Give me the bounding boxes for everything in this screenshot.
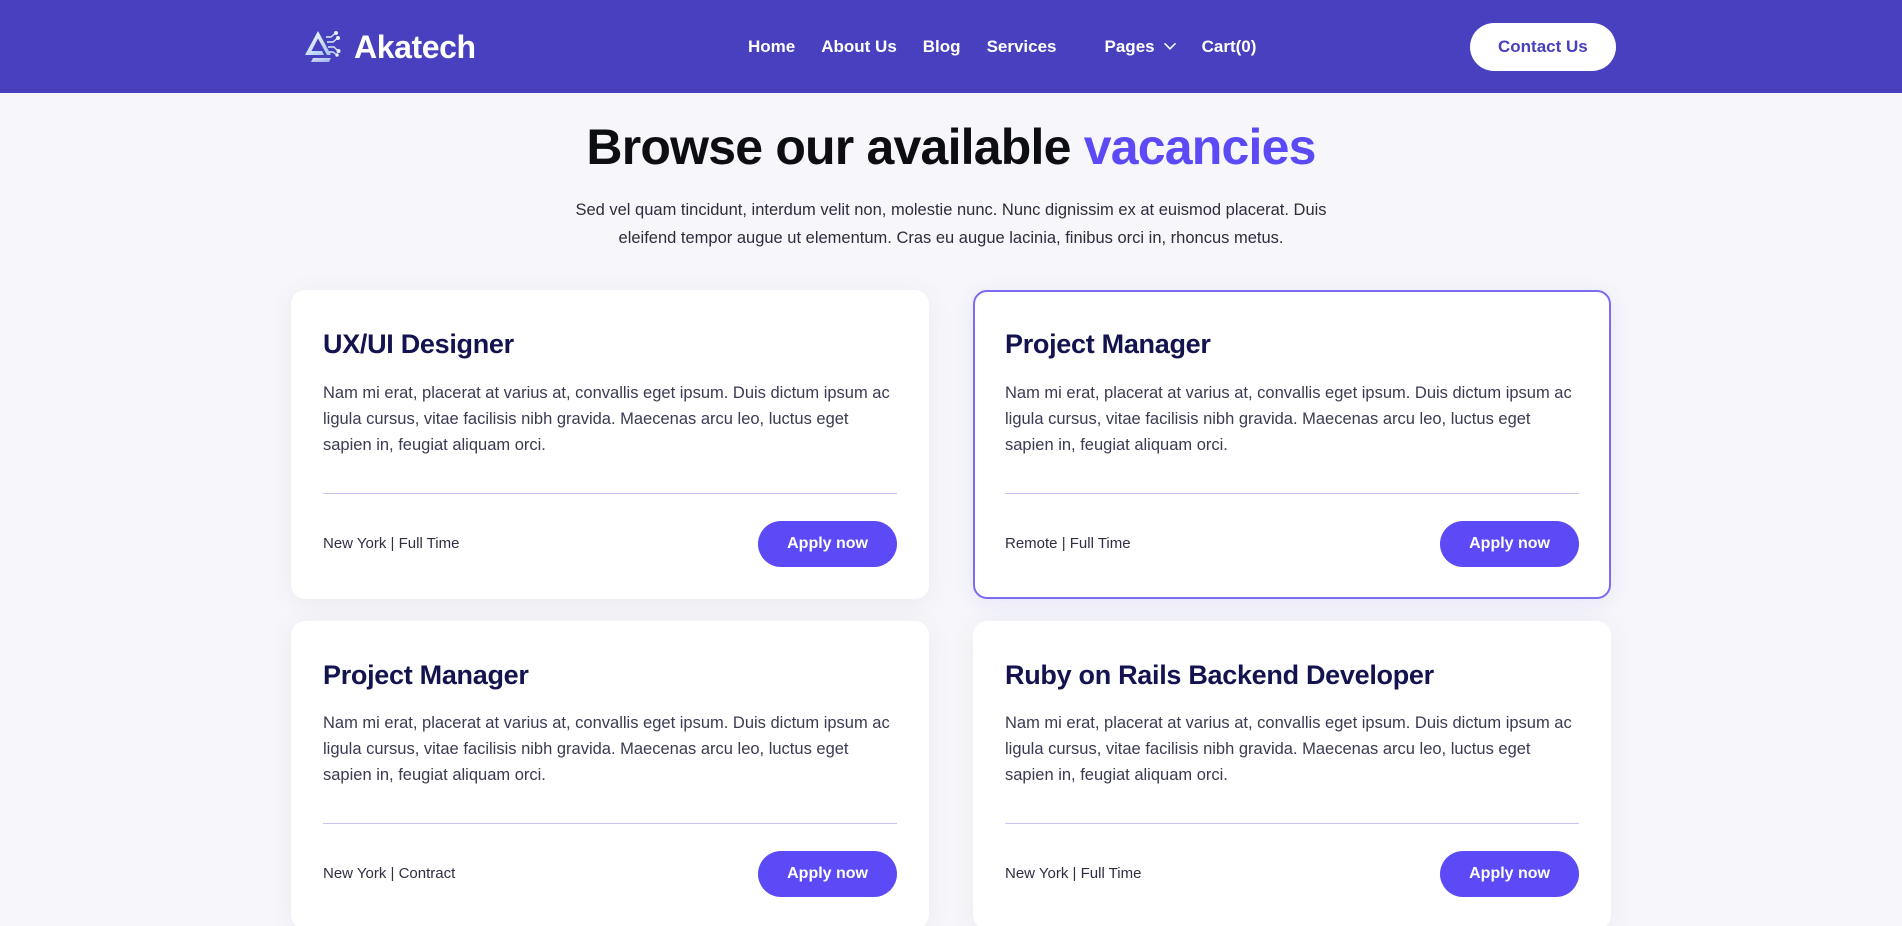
vacancy-card[interactable]: Project Manager Nam mi erat, placerat at… [291, 620, 929, 926]
vacancy-meta: Remote | Full Time [1005, 534, 1131, 552]
hero-subtitle: Sed vel quam tincidunt, interdum velit n… [575, 201, 1327, 247]
vacancy-title: UX/UI Designer [323, 329, 514, 360]
card-divider [1005, 822, 1579, 824]
vacancy-title: Project Manager [1005, 329, 1211, 360]
vacancy-footer: New York | Full Time Apply now [323, 520, 897, 567]
primary-navigation: Home About Us Blog Services Pages Cart(0… [735, 30, 1269, 62]
vacancy-grid: UX/UI Designer Nam mi erat, placerat at … [291, 290, 1611, 926]
nav-item-cart[interactable]: Cart(0) [1189, 30, 1270, 62]
vacancy-footer: Remote | Full Time Apply now [1005, 520, 1579, 567]
apply-now-button[interactable]: Apply now [758, 850, 897, 897]
vacancy-title: Project Manager [323, 659, 529, 690]
hero-section: Browse our available vacancies Sed vel q… [0, 93, 1902, 252]
card-divider [323, 492, 897, 494]
nav-item-pages-label: Pages [1104, 36, 1155, 56]
site-header: Akatech Home About Us Blog Services Page… [0, 0, 1902, 93]
vacancy-description: Nam mi erat, placerat at varius at, conv… [323, 383, 890, 455]
nav-item-blog[interactable]: Blog [910, 30, 974, 62]
vacancy-meta: New York | Full Time [323, 534, 460, 552]
vacancy-description: Nam mi erat, placerat at varius at, conv… [323, 713, 890, 785]
nav-item-about-us[interactable]: About Us [808, 30, 910, 62]
chevron-down-icon [1163, 43, 1176, 50]
nav-item-home[interactable]: Home [735, 30, 808, 62]
vacancy-card[interactable]: Project Manager Nam mi erat, placerat at… [973, 290, 1611, 599]
vacancy-card[interactable]: UX/UI Designer Nam mi erat, placerat at … [291, 290, 929, 599]
vacancy-description: Nam mi erat, placerat at varius at, conv… [1005, 383, 1572, 455]
apply-now-button[interactable]: Apply now [1440, 850, 1579, 897]
page-title: Browse our available vacancies [0, 117, 1902, 178]
vacancy-description: Nam mi erat, placerat at varius at, conv… [1005, 713, 1572, 785]
vacancy-footer: New York | Full Time Apply now [1005, 850, 1579, 897]
vacancy-footer: New York | Contract Apply now [323, 850, 897, 897]
akatech-triangle-circuit-logo-icon [300, 25, 344, 69]
vacancy-title: Ruby on Rails Backend Developer [1005, 659, 1434, 690]
vacancy-card[interactable]: Ruby on Rails Backend Developer Nam mi e… [973, 620, 1611, 926]
nav-item-pages[interactable]: Pages [1092, 30, 1189, 62]
nav-item-services[interactable]: Services [974, 30, 1070, 62]
card-divider [323, 822, 897, 824]
page-title-accent: vacancies [1083, 119, 1317, 175]
apply-now-button[interactable]: Apply now [1440, 520, 1579, 567]
brand-logo[interactable]: Akatech [300, 25, 476, 69]
card-divider [1005, 492, 1579, 494]
contact-us-button[interactable]: Contact Us [1470, 22, 1616, 71]
apply-now-button[interactable]: Apply now [758, 520, 897, 567]
vacancy-meta: New York | Contract [323, 864, 456, 882]
page-title-plain: Browse our available [586, 119, 1084, 175]
brand-name: Akatech [354, 28, 476, 65]
vacancy-meta: New York | Full Time [1005, 864, 1142, 882]
